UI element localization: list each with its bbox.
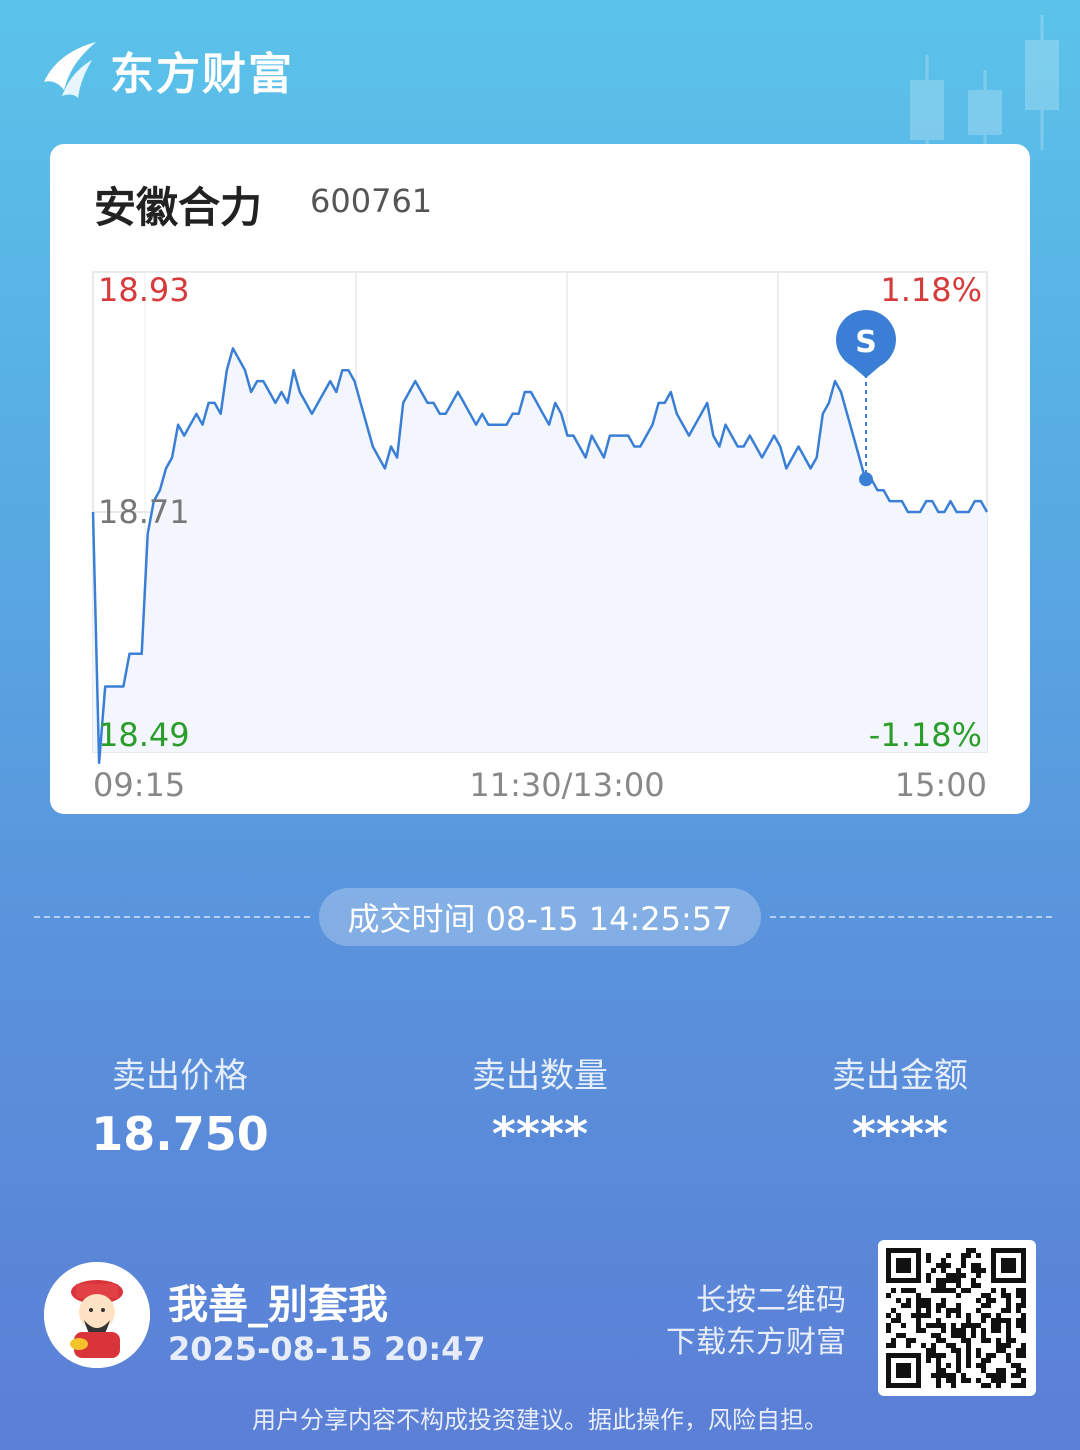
pct-label-high: 1.18% bbox=[880, 271, 982, 309]
divider-left bbox=[34, 916, 310, 918]
brand-logo-icon bbox=[44, 42, 96, 98]
stat-label: 卖出金额 bbox=[832, 1056, 968, 1096]
brand-name: 东方财富 bbox=[110, 49, 294, 100]
sell-marker-dot bbox=[859, 472, 873, 487]
qr-hint: 长按二维码 下载东方财富 bbox=[666, 1280, 846, 1364]
disclaimer: 用户分享内容不构成投资建议。据此操作，风险自担。 bbox=[252, 1406, 828, 1434]
stat-value: 18.750 bbox=[91, 1107, 269, 1161]
share-time: 2025-08-15 20:47 bbox=[168, 1330, 486, 1368]
avatar-icon bbox=[44, 1262, 150, 1368]
stat-label: 卖出价格 bbox=[112, 1056, 248, 1096]
y-label-low: 18.49 bbox=[98, 716, 190, 754]
stat-value: **** bbox=[851, 1107, 949, 1161]
qr-hint-line2: 下载东方财富 bbox=[666, 1325, 846, 1360]
y-label-mid: 18.71 bbox=[98, 493, 190, 531]
stat-sell-quantity: 卖出数量 **** bbox=[390, 1048, 690, 1161]
x-label-close: 15:00 bbox=[895, 766, 987, 804]
x-label-noon: 11:30/13:00 bbox=[469, 766, 664, 804]
user-avatar[interactable] bbox=[44, 1262, 150, 1368]
x-label-open: 09:15 bbox=[93, 766, 185, 804]
user-name: 我善_别套我 bbox=[168, 1282, 388, 1328]
intraday-chart: S 18.93 18.71 18.49 1.18% -1.18% 09:15 1… bbox=[91, 271, 989, 804]
stat-value: **** bbox=[491, 1107, 589, 1161]
pct-label-low: -1.18% bbox=[869, 716, 982, 754]
trade-time-row: 成交时间 08-15 14:25:57 bbox=[0, 888, 1080, 946]
stat-sell-price: 卖出价格 18.750 bbox=[30, 1048, 330, 1161]
qr-code[interactable] bbox=[878, 1240, 1036, 1396]
stat-sell-amount: 卖出金额 **** bbox=[750, 1048, 1050, 1161]
qr-hint-line1: 长按二维码 bbox=[696, 1283, 846, 1318]
stock-chart-card[interactable]: 安徽合力 600761 S 18.93 18.71 18.49 1.18% -1… bbox=[50, 144, 1030, 814]
stat-label: 卖出数量 bbox=[472, 1056, 608, 1096]
qr-code-icon bbox=[886, 1248, 1026, 1388]
brand-logo: 东方财富 bbox=[40, 38, 294, 102]
sell-marker-label: S bbox=[855, 325, 877, 360]
divider-right bbox=[770, 916, 1052, 918]
background-candles bbox=[910, 15, 1059, 150]
trade-time-pill: 成交时间 08-15 14:25:57 bbox=[319, 888, 761, 946]
y-label-high: 18.93 bbox=[98, 271, 190, 309]
